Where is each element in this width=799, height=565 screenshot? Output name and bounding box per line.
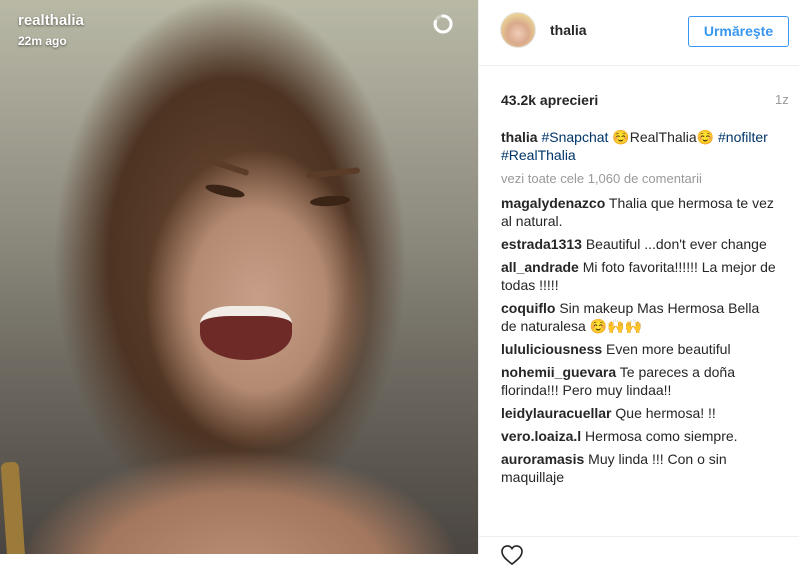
heart-icon[interactable] [501,545,523,565]
comment-username[interactable]: lululiciousness [501,341,602,357]
actions-divider [479,536,799,537]
hashtag-snapchat[interactable]: #Snapchat [541,129,608,145]
loading-ring-icon [433,14,453,34]
comment-username[interactable]: auroramasis [501,451,584,467]
hashtag-nofilter[interactable]: #nofilter [718,129,768,145]
comment-text: Beautiful ...don't ever change [585,236,767,252]
comment-thread: thalia #Snapchat ☺️RealThalia☺️ #nofilte… [501,128,776,491]
comment-text: Hermosa como siempre. [585,428,738,444]
comment-username[interactable]: magalydenazco [501,195,605,211]
post-age[interactable]: 1z [775,92,789,107]
list-item: vero.loaiza.l Hermosa como siempre. [501,427,776,445]
photo-brow-left [196,153,250,177]
photo-brow-right [305,167,361,179]
caption-username[interactable]: thalia [501,129,538,145]
comment-text: Que hermosa! !! [615,405,716,421]
view-all-comments-link[interactable]: vezi toate cele 1,060 de comentarii [501,170,776,188]
photo-shoulder [0,440,478,554]
comment-username[interactable]: leidylauracuellar [501,405,612,421]
caption-text: ☺️RealThalia☺️ [608,129,715,145]
snap-overlay-time: 22m ago [18,34,67,48]
snap-overlay-username: realthalia [18,12,84,29]
hashtag-realthalia[interactable]: #RealThalia [501,147,576,163]
comment-username[interactable]: estrada1313 [501,236,582,252]
list-item: leidylauracuellar Que hermosa! !! [501,404,776,422]
post-photo[interactable]: realthalia 22m ago [0,0,478,554]
list-item: all_andrade Mi foto favorita!!!!!! La me… [501,258,776,294]
list-item: lululiciousness Even more beautiful [501,340,776,358]
profile-avatar[interactable] [500,12,536,48]
comment-username[interactable]: all_andrade [501,259,579,275]
follow-button[interactable]: Urmăreşte [688,16,789,47]
comment-username[interactable]: nohemii_guevara [501,364,616,380]
post-side-panel: thalia Urmăreşte 43.2k aprecieri 1z thal… [478,0,799,565]
list-item: magalydenazco Thalia que hermosa te vez … [501,194,776,230]
comment-username[interactable]: vero.loaiza.l [501,428,581,444]
likes-count[interactable]: 43.2k aprecieri [501,92,598,108]
header-username[interactable]: thalia [550,22,587,38]
post-caption: thalia #Snapchat ☺️RealThalia☺️ #nofilte… [501,128,776,164]
comment-username[interactable]: coquiflo [501,300,555,316]
comment-text: Even more beautiful [606,341,731,357]
photo-smile [200,306,292,360]
list-item: nohemii_guevara Te pareces a doña florin… [501,363,776,399]
post-header: thalia Urmăreşte [479,0,799,66]
list-item: estrada1313 Beautiful ...don't ever chan… [501,235,776,253]
list-item: auroramasis Muy linda !!! Con o sin maqu… [501,450,776,486]
photo-eye-left [204,181,246,201]
list-item: coquiflo Sin makeup Mas Hermosa Bella de… [501,299,776,335]
photo-eye-right [309,194,351,208]
